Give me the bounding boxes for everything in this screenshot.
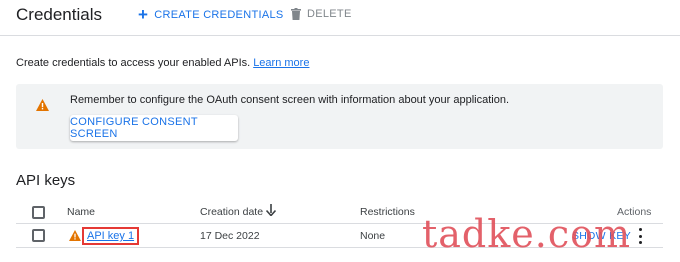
delete-button[interactable]: DELETE — [291, 8, 352, 20]
configure-consent-screen-button[interactable]: CONFIGURE CONSENT SCREEN — [70, 115, 238, 141]
oauth-consent-banner: Remember to configure the OAuth consent … — [16, 84, 663, 149]
creation-date-cell: 17 Dec 2022 — [200, 230, 260, 242]
column-restrictions: Restrictions — [360, 206, 415, 218]
column-creation-date[interactable]: Creation date — [200, 206, 263, 218]
create-credentials-label: CREATE CREDENTIALS — [154, 9, 284, 21]
warning-icon — [36, 99, 49, 111]
kebab-dot — [638, 228, 642, 231]
plus-icon: + — [138, 5, 149, 24]
page-title: Credentials — [16, 5, 102, 24]
intro-text: Create credentials to access your enable… — [16, 57, 251, 69]
restrictions-cell: None — [360, 230, 386, 242]
trash-icon — [291, 8, 301, 20]
select-all-checkbox[interactable] — [32, 206, 45, 219]
api-keys-heading: API keys — [16, 172, 76, 189]
more-vert-icon[interactable] — [636, 226, 644, 246]
arrow-down-icon[interactable] — [266, 204, 276, 216]
kebab-dot — [638, 241, 642, 244]
column-name[interactable]: Name — [67, 206, 95, 218]
banner-message: Remember to configure the OAuth consent … — [70, 94, 510, 106]
site-watermark: tadke.com — [422, 212, 632, 256]
api-key-link[interactable]: API key 1 — [82, 227, 140, 245]
page-header: Credentials + CREATE CREDENTIALS DELETE — [0, 0, 680, 36]
kebab-dot — [638, 234, 642, 238]
learn-more-link[interactable]: Learn more — [253, 57, 309, 69]
create-credentials-button[interactable]: + CREATE CREDENTIALS — [138, 5, 284, 24]
delete-label: DELETE — [307, 8, 352, 20]
row-checkbox[interactable] — [32, 229, 45, 242]
warning-icon — [69, 230, 81, 241]
intro-text-line: Create credentials to access your enable… — [16, 57, 309, 69]
